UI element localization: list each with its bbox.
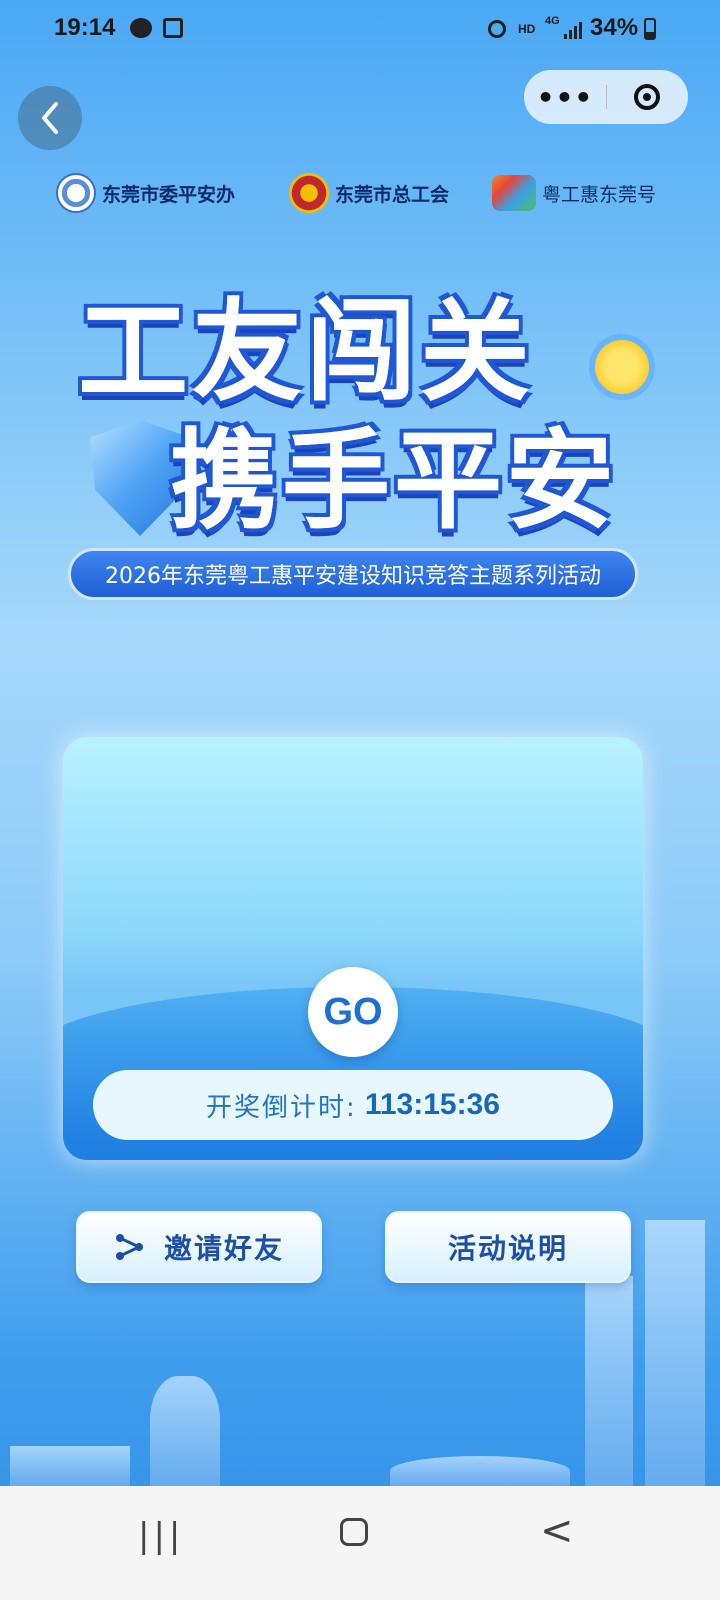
ygh-logo-icon [492,175,536,211]
chat-notification-icon [130,18,152,38]
countdown-label: 开奖倒计时: [206,1092,357,1123]
target-icon [634,84,660,110]
miniprogram-capsule: ••• [524,70,688,124]
signal-icon [564,22,582,39]
sponsor-name: 粤工惠东莞号 [542,183,657,206]
close-button[interactable] [606,70,688,124]
sponsor-bar: 东莞市委平安办 东莞市总工会 粤工惠东莞号 [56,170,676,216]
sponsor-anban: 东莞市委平安办 [56,170,235,216]
chevron-left-icon [42,102,58,134]
skyline-stadium [390,1456,570,1486]
network-type: 4G [545,15,560,27]
anban-logo-icon [56,173,96,213]
system-nav-bar: ||| < [0,1486,720,1600]
sponsor-union: 东莞市总工会 [289,170,449,216]
sponsor-name: 东莞市总工会 [335,183,450,206]
countdown-box: 开奖倒计时: 113:15:36 [93,1070,613,1140]
recent-apps-button[interactable]: ||| [138,1516,184,1556]
share-icon [115,1234,143,1260]
skyline-sculpture [150,1376,220,1486]
gallery-notification-icon [163,18,183,38]
rules-label: 活动说明 [447,1232,568,1265]
skyline-building [10,1446,130,1486]
game-card: GO 开奖倒计时: 113:15:36 [63,737,643,1160]
invite-label: 邀请好友 [163,1232,284,1265]
more-button[interactable]: ••• [524,70,606,124]
sponsor-ygh: 粤工惠东莞号 [492,170,656,216]
invite-friends-button[interactable]: 邀请好友 [76,1211,322,1283]
activity-rules-button[interactable]: 活动说明 [385,1211,631,1283]
skyline-tower [585,1276,633,1486]
hd-indicator: HD [518,22,536,36]
sponsor-name: 东莞市委平安办 [102,183,236,206]
nav-back-button[interactable]: < [540,1508,574,1554]
status-time: 19:14 [54,14,116,41]
countdown-value: 113:15:36 [364,1088,500,1121]
lightbulb-icon [595,340,649,394]
event-title: 工友闯关 携手平安 [60,262,660,544]
go-button[interactable]: GO [308,967,398,1057]
status-bar: 19:14 HD 4G 34% [0,0,720,60]
union-logo-icon [289,173,329,213]
alarm-icon [488,20,506,38]
battery-icon [644,18,656,40]
home-button[interactable] [340,1518,368,1546]
event-subtitle: 2026年东莞粤工惠平安建设知识竞答主题系列活动 [68,548,638,600]
battery-percent: 34% [590,14,639,41]
back-button[interactable] [18,86,82,150]
title-line-2: 携手平安 [170,419,619,544]
skyline-tower [645,1220,705,1486]
